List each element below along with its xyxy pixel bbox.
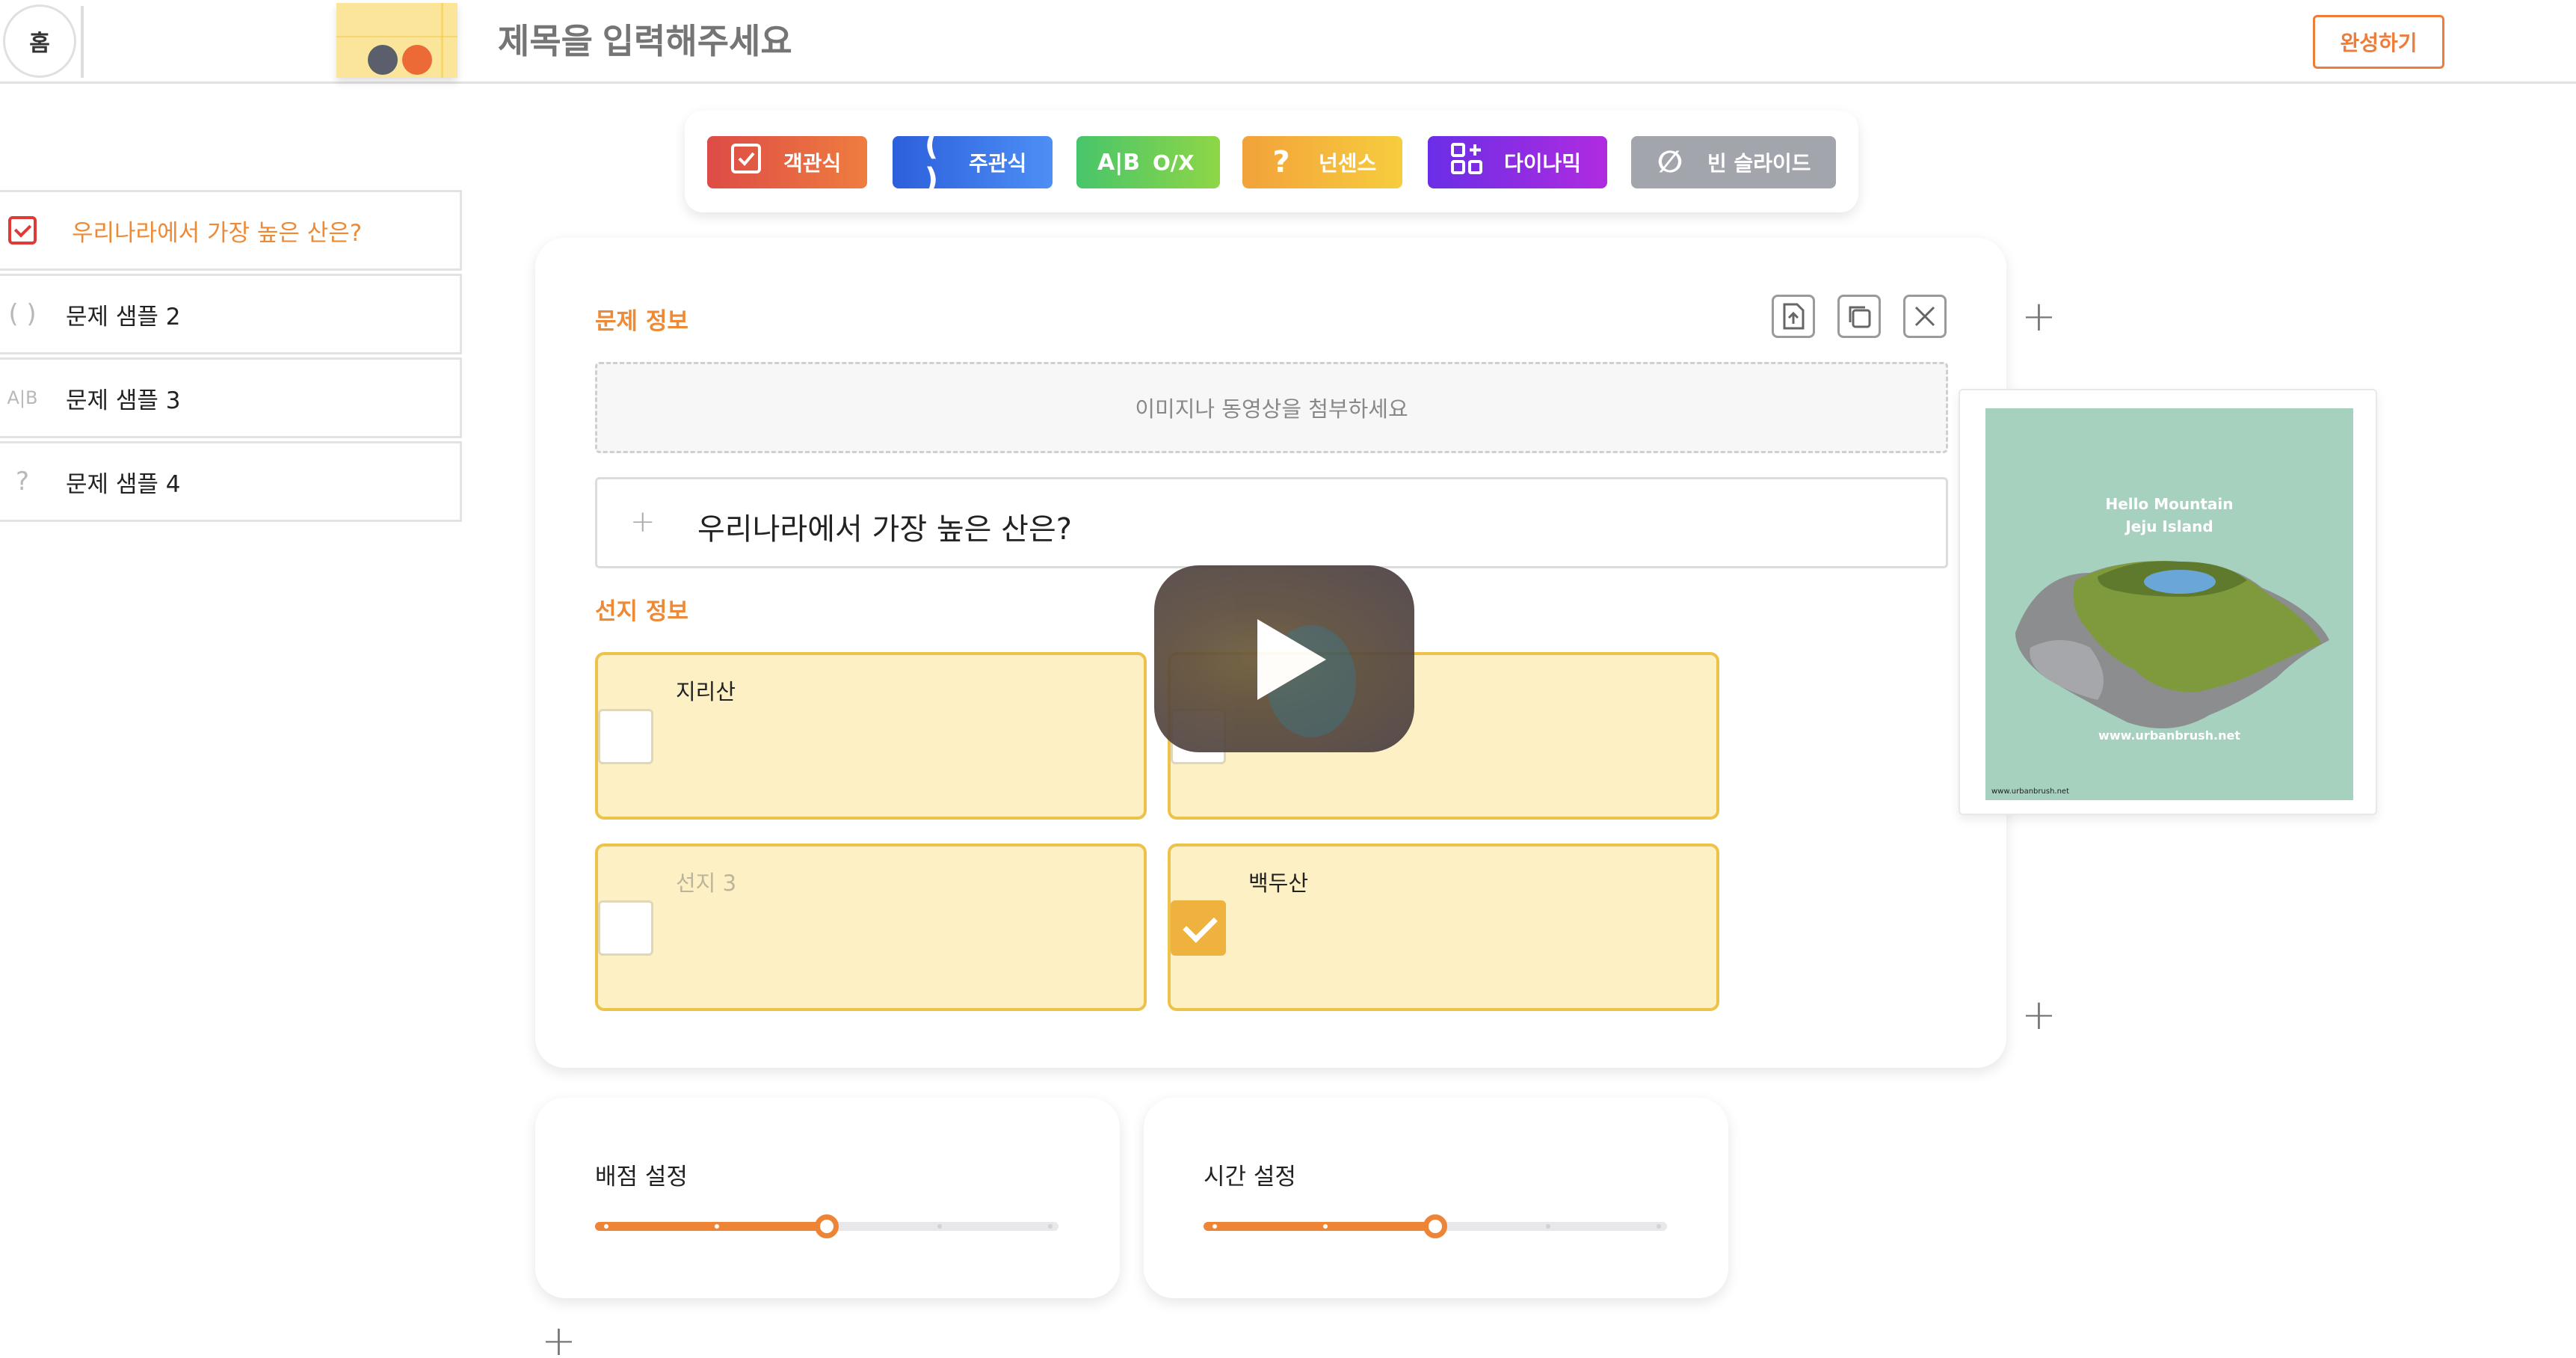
question-mark-icon: ? (15, 467, 30, 497)
type-blank-label: 빈 슬라이드 (1707, 151, 1811, 176)
media-attach-dropzone[interactable]: 이미지나 동영상을 첨부하세요 (595, 362, 1948, 453)
parentheses-icon: ( ) (924, 128, 939, 197)
time-setting-card: 시간 설정 (1144, 1098, 1728, 1298)
type-objective-label: 객관식 (783, 151, 842, 176)
question-list-item-label: 문제 샘플 4 (66, 470, 181, 498)
duplicate-button[interactable] (1837, 295, 1881, 338)
choice-checkbox[interactable] (598, 709, 653, 764)
cover-thumbnail[interactable] (336, 3, 457, 78)
type-ox-button[interactable]: A|B O/X (1076, 136, 1220, 188)
question-list-item-label: 우리나라에서 가장 높은 산은? (72, 219, 363, 247)
complete-button[interactable]: 완성하기 (2313, 15, 2444, 69)
type-ox-label: O/X (1153, 150, 1195, 175)
video-play-button[interactable] (1154, 565, 1414, 752)
score-setting-label: 배점 설정 (595, 1164, 688, 1190)
title-input[interactable] (498, 15, 1245, 67)
time-slider-handle[interactable] (1423, 1214, 1447, 1238)
delete-button[interactable] (1903, 295, 1947, 338)
add-icon[interactable]: + (630, 505, 656, 539)
question-text-field[interactable]: + 우리나라에서 가장 높은 산은? (595, 477, 1948, 568)
choice-checkbox-checked[interactable] (1171, 900, 1226, 956)
mountain-image: Hello Mountain Jeju Island www.urbanbrus… (1985, 408, 2353, 800)
file-upload-icon (1783, 303, 1805, 330)
choice-card[interactable]: 선지 3 (595, 844, 1147, 1011)
type-subjective-button[interactable]: ( ) 주관식 (893, 128, 1053, 197)
question-type-toolbar: 객관식 ( ) 주관식 A|B O/X ? 넌센스 다이나믹 ∅ 빈 슬라이드 (685, 111, 1858, 212)
time-setting-label: 시간 설정 (1204, 1164, 1296, 1190)
thumbnail-dot-orange (402, 45, 432, 75)
question-list-item[interactable]: A|B 문제 샘플 3 (0, 357, 462, 438)
choice-text: 지리산 (676, 679, 736, 704)
time-slider[interactable] (1204, 1214, 1667, 1238)
score-slider-handle[interactable] (815, 1214, 839, 1238)
type-subjective-label: 주관식 (969, 151, 1027, 176)
score-slider[interactable] (595, 1214, 1059, 1238)
type-nonsense-button[interactable]: ? 넌센스 (1242, 136, 1402, 188)
thumbnail-dot-gray (368, 45, 398, 75)
image-credit-text: www.urbanbrush.net (1991, 787, 2069, 796)
image-preview-card[interactable]: Hello Mountain Jeju Island www.urbanbrus… (1959, 389, 2377, 815)
type-nonsense-label: 넌센스 (1319, 151, 1377, 176)
choice-text: 백두산 (1248, 870, 1309, 896)
question-list: 우리나라에서 가장 높은 산은? ( ) 문제 샘플 2 A|B 문제 샘플 3… (0, 190, 462, 525)
score-setting-card: 배점 설정 (535, 1098, 1120, 1298)
upload-button[interactable] (1772, 295, 1815, 338)
question-text: 우리나라에서 가장 높은 산은? (697, 512, 1072, 547)
question-list-item-label: 문제 샘플 2 (66, 303, 181, 331)
parentheses-icon: ( ) (8, 299, 37, 329)
image-url-text: www.urbanbrush.net (2098, 728, 2240, 743)
play-icon (1257, 619, 1326, 700)
type-objective-button[interactable]: 객관식 (707, 136, 867, 188)
question-list-item[interactable]: 우리나라에서 가장 높은 산은? (0, 190, 462, 271)
question-list-item-label: 문제 샘플 3 (66, 387, 181, 414)
type-dynamic-button[interactable]: 다이나믹 (1428, 136, 1607, 188)
type-dynamic-label: 다이나믹 (1504, 151, 1582, 176)
copy-icon (1849, 306, 1871, 328)
checkbox-icon (728, 143, 764, 182)
choice-info-heading: 선지 정보 (595, 598, 688, 625)
grid-plus-icon (1449, 142, 1485, 182)
ab-icon: A|B (7, 387, 38, 408)
home-button[interactable]: 홈 (3, 4, 76, 78)
choice-checkbox[interactable] (598, 900, 653, 956)
add-slide-plus-icon[interactable]: + (2021, 296, 2056, 338)
add-slide-plus-icon[interactable]: + (2021, 995, 2056, 1036)
top-header: 홈 완성하기 (0, 0, 2576, 84)
checkbox-icon (6, 213, 39, 248)
type-blank-slide-button[interactable]: ∅ 빈 슬라이드 (1631, 136, 1836, 188)
ab-icon: A|B (1097, 149, 1141, 176)
question-list-item[interactable]: ( ) 문제 샘플 2 (0, 274, 462, 354)
question-mark-icon: ? (1272, 145, 1290, 179)
choice-text: 선지 3 (676, 870, 737, 896)
empty-set-icon: ∅ (1657, 145, 1683, 179)
choice-card[interactable]: 백두산 (1168, 844, 1719, 1011)
header-divider (81, 6, 84, 78)
add-slide-plus-icon[interactable]: + (541, 1321, 576, 1358)
close-icon (1914, 306, 1935, 327)
question-info-heading: 문제 정보 (595, 308, 688, 335)
choice-card[interactable]: 지리산 (595, 652, 1147, 820)
question-list-item[interactable]: ? 문제 샘플 4 (0, 441, 462, 522)
